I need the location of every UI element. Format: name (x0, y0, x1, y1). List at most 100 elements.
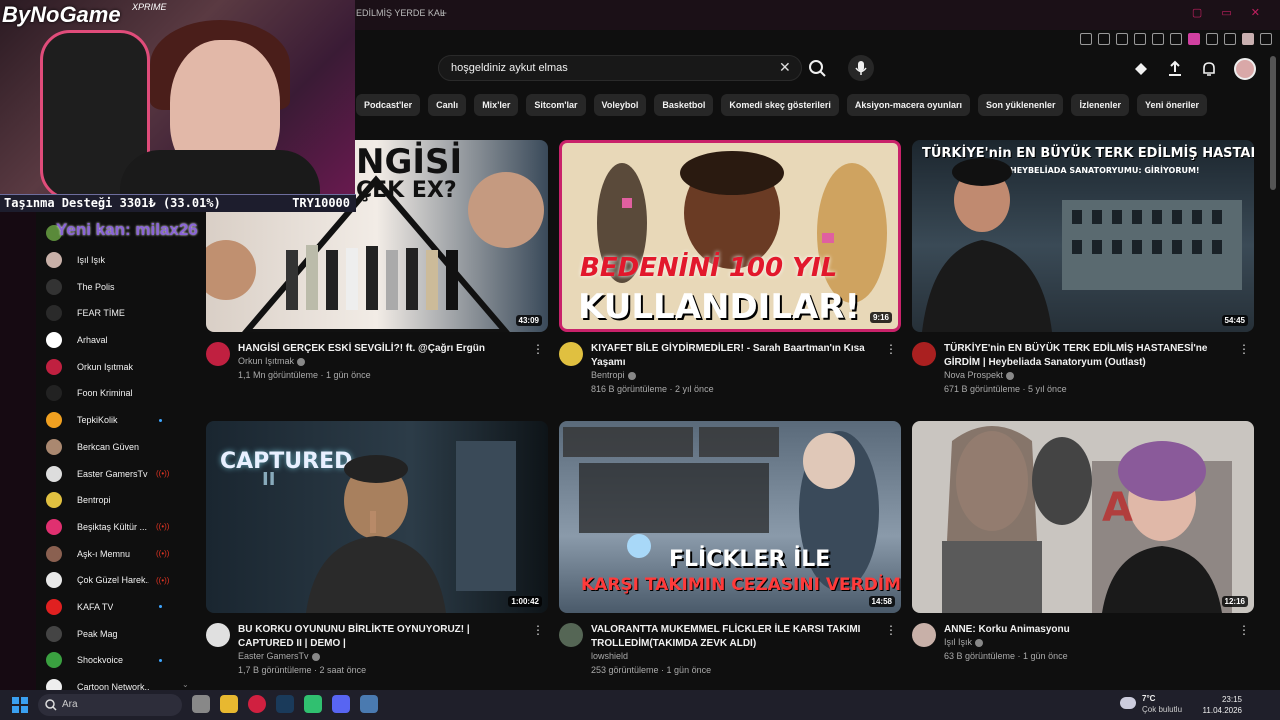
clear-search-button[interactable]: ✕ (779, 59, 791, 76)
channel-avatar[interactable] (206, 342, 230, 366)
video-thumbnail[interactable]: FLİCKLER İLE KARŞI TAKIMIN CEZASINI VERD… (559, 421, 901, 613)
channel-avatar[interactable] (912, 342, 936, 366)
search-icon[interactable] (806, 55, 828, 81)
sidebar-item-isil-isik[interactable]: Işıl Işık (38, 247, 198, 274)
account-avatar[interactable] (1234, 58, 1256, 80)
chip-watched[interactable]: İzlenenler (1071, 94, 1129, 116)
search-query[interactable]: hoşgeldiniz aykut elmas (451, 62, 568, 74)
video-channel[interactable]: lowshield (591, 651, 628, 661)
chip-sitcoms[interactable]: Sitcom'lar (526, 94, 586, 116)
video-card[interactable]: TÜRKİYE'nin EN BÜYÜK TERK EDİLMİŞ HASTAN… (912, 140, 1254, 394)
video-title[interactable]: BU KORKU OYUNUNU BİRLİKTE OYNUYORUZ! | C… (238, 623, 528, 651)
channel-avatar[interactable] (559, 342, 583, 366)
extension-pink-icon[interactable] (1188, 33, 1200, 45)
more-options-icon[interactable]: ⋮ (532, 342, 544, 356)
video-title[interactable]: HANGİSİ GERÇEK ESKİ SEVGİLİ?! ft. @Çağrı… (238, 342, 528, 356)
opera-gx-icon[interactable] (248, 695, 266, 713)
video-title[interactable]: VALORANTTA MUKEMMEL FLİCKLER İLE KARSI T… (591, 623, 881, 651)
video-channel[interactable]: Bentropi (591, 370, 636, 380)
video-channel[interactable]: Easter GamersTv (238, 651, 320, 661)
notifications-bell-icon[interactable] (1200, 60, 1218, 78)
chip-new-to-you[interactable]: Yeni öneriler (1137, 94, 1208, 116)
puzzle-icon[interactable] (1206, 33, 1218, 45)
page-scrollbar[interactable] (1270, 56, 1276, 190)
video-thumbnail[interactable]: A 12:16 (912, 421, 1254, 613)
voice-search-button[interactable] (848, 55, 874, 81)
sidebar-item-ask-i-memnu[interactable]: Aşk-ı Memnu ((•)) (38, 540, 198, 567)
app-green-icon[interactable] (304, 695, 322, 713)
channel-avatar[interactable] (559, 623, 583, 647)
video-thumbnail[interactable]: TÜRKİYE'nin EN BÜYÜK TERK EDİLMİŞ HASTAN… (912, 140, 1254, 332)
sidebar-item-berkcan-guven[interactable]: Berkcan Güven (38, 434, 198, 461)
chip-volleyball[interactable]: Voleybol (593, 94, 647, 116)
video-title[interactable]: TÜRKİYE'nin EN BÜYÜK TERK EDİLMİŞ HASTAN… (944, 342, 1234, 370)
sidebar-item-the-polis[interactable]: The Polis (38, 273, 198, 300)
profile-avatar[interactable] (1242, 33, 1254, 45)
sidebar-item-fear-time[interactable]: FEAR TİME (38, 300, 198, 327)
shield-icon[interactable] (1116, 33, 1128, 45)
chip-recently-uploaded[interactable]: Son yüklenenler (977, 94, 1064, 116)
more-options-icon[interactable]: ⋮ (532, 623, 544, 637)
sidebar-item-besiktas-kultur[interactable]: Beşiktaş Kültür ... ((•)) (38, 514, 198, 541)
video-card[interactable]: A 12:16 ANNE: Korku Animasyonu Işıl Işık… (912, 421, 1254, 673)
sidebar-item-cok-guzel-hareketler[interactable]: Çok Güzel Harek... ((•)) (38, 567, 198, 594)
sidebar-item-easter-gamerstv[interactable]: Easter GamersTv ((•)) (38, 460, 198, 487)
steam-icon[interactable] (276, 695, 294, 713)
more-options-icon[interactable]: ⋮ (1238, 342, 1250, 356)
search-input[interactable]: hoşgeldiniz aykut elmas ✕ (438, 55, 802, 81)
chip-action-adventure[interactable]: Aksiyon-macera oyunları (846, 94, 970, 116)
channel-name[interactable]: Orkun Işıtmak (238, 356, 294, 366)
channel-name[interactable]: Işıl Işık (944, 637, 972, 647)
channel-name[interactable]: Bentropi (591, 370, 625, 380)
chip-live[interactable]: Canlı (428, 94, 467, 116)
bookmark-icon[interactable] (1080, 33, 1092, 45)
sidebar-item-shockvoice[interactable]: Shockvoice (38, 647, 198, 674)
taskbar-search[interactable]: Ara (38, 694, 182, 716)
video-card[interactable]: FLİCKLER İLE KARŞI TAKIMIN CEZASINI VERD… (559, 421, 901, 675)
video-title[interactable]: ANNE: Korku Animasyonu (944, 623, 1234, 637)
heart-icon[interactable] (1170, 33, 1182, 45)
taskbar-clock[interactable]: 23:15 11.04.2026 (1203, 694, 1242, 716)
chevron-down-icon[interactable]: ⌄ (182, 680, 189, 689)
more-options-icon[interactable]: ⋮ (885, 342, 897, 356)
more-options-icon[interactable]: ⋮ (885, 623, 897, 637)
file-explorer-icon[interactable] (220, 695, 238, 713)
sidebar-item-arhaval[interactable]: Arhaval (38, 327, 198, 354)
create-icon[interactable] (1132, 60, 1150, 78)
sidebar-item-kafa-tv[interactable]: KAFA TV (38, 594, 198, 621)
browser-tab[interactable]: EDİLMİŞ YERDE KAL (356, 8, 445, 18)
video-channel[interactable]: Nova Prospekt (944, 370, 1015, 380)
chip-basketball[interactable]: Basketbol (654, 94, 714, 116)
discord-icon[interactable] (332, 695, 350, 713)
channel-name[interactable]: Nova Prospekt (944, 370, 1003, 380)
video-thumbnail[interactable]: CAPTURED II 1:00:42 (206, 421, 548, 613)
upload-icon[interactable] (1166, 60, 1184, 78)
video-title[interactable]: KIYAFET BİLE GİYDİRMEDİLER! - Sarah Baar… (591, 342, 881, 370)
play-icon[interactable] (1152, 33, 1164, 45)
window-controls[interactable]: ▢ ▭ ✕ (1192, 6, 1268, 19)
screenshot-icon[interactable] (1098, 33, 1110, 45)
video-card[interactable]: CAPTURED II 1:00:42 BU KORKU OYUNUNU BİR… (206, 421, 548, 675)
app-blue-icon[interactable] (360, 695, 378, 713)
chip-podcasts[interactable]: Podcast'ler (356, 94, 421, 116)
channel-avatar[interactable] (206, 623, 230, 647)
sidebar-item-tepkikolik[interactable]: TepkiKolik (38, 407, 198, 434)
sidebar-item-orkun-isitmak[interactable]: Orkun Işıtmak (38, 353, 198, 380)
sidebar-item-peak-mag[interactable]: Peak Mag (38, 620, 198, 647)
chip-sketch-comedy[interactable]: Komedi skeç gösterileri (721, 94, 839, 116)
weather-widget[interactable]: 7°C Çok bulutlu (1120, 693, 1200, 717)
channel-avatar[interactable] (912, 623, 936, 647)
close-icon[interactable] (1134, 33, 1146, 45)
windows-start-icon[interactable] (12, 697, 28, 713)
download-icon[interactable] (1224, 33, 1236, 45)
video-thumbnail[interactable]: BEDENİNİ 100 YIL KULLANDILAR! 9:16 (559, 140, 901, 332)
more-icon[interactable] (1260, 33, 1272, 45)
video-channel[interactable]: Işıl Işık (944, 637, 984, 647)
video-channel[interactable]: Orkun Işıtmak (238, 356, 306, 366)
task-view-icon[interactable] (192, 695, 210, 713)
more-options-icon[interactable]: ⋮ (1238, 623, 1250, 637)
sidebar-item-foon-kriminal[interactable]: Foon Kriminal (38, 380, 198, 407)
new-tab-button[interactable]: + (440, 6, 447, 20)
video-card[interactable]: BEDENİNİ 100 YIL KULLANDILAR! 9:16 KIYAF… (559, 140, 901, 394)
channel-name[interactable]: Easter GamersTv (238, 651, 309, 661)
